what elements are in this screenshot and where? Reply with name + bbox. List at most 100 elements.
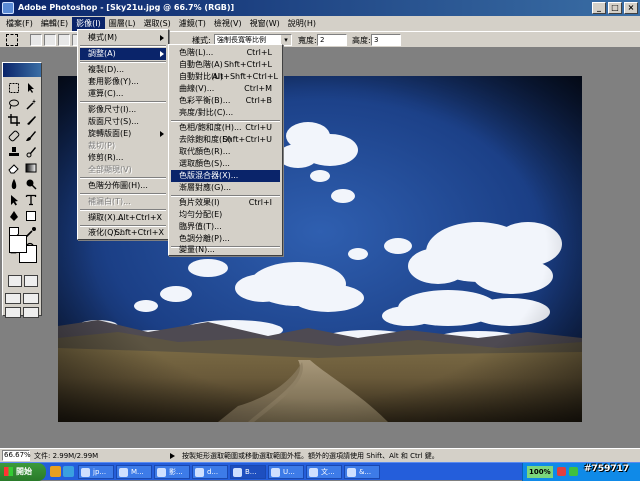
menu-item-brightness-contrast[interactable]: 亮度/對比(C)... bbox=[171, 107, 280, 119]
window-title: Adobe Photoshop - [Sky21u.jpg @ 66.7% (R… bbox=[18, 3, 235, 12]
menu-window[interactable]: 視窗(W) bbox=[246, 17, 284, 31]
menu-file[interactable]: 檔案(F) bbox=[2, 17, 37, 31]
menu-item-auto-contrast[interactable]: 自動對比(U) Alt+Shft+Ctrl+L bbox=[171, 71, 280, 83]
menu-item-trim[interactable]: 修剪(R)... bbox=[80, 152, 166, 164]
history-brush-icon[interactable] bbox=[23, 144, 39, 159]
menu-item-invert[interactable]: 負片效果(I) Ctrl+I bbox=[171, 197, 280, 209]
menu-item-hue-saturation[interactable]: 色相/飽和度(H)... Ctrl+U bbox=[171, 122, 280, 134]
task-button[interactable]: d... bbox=[192, 465, 228, 479]
menu-item-reveal-all: 全部顯現(V) bbox=[88, 165, 132, 174]
task-button[interactable]: 文... bbox=[306, 465, 342, 479]
screen-mode-full-icon[interactable] bbox=[23, 293, 39, 304]
start-button[interactable]: 開始 bbox=[0, 463, 46, 481]
move-icon[interactable] bbox=[23, 80, 39, 95]
subtract-selection-icon[interactable] bbox=[58, 34, 70, 46]
tray-icon[interactable] bbox=[569, 467, 578, 476]
blur-icon[interactable] bbox=[6, 176, 22, 191]
menu-filter[interactable]: 濾鏡(T) bbox=[175, 17, 210, 31]
type-icon[interactable] bbox=[23, 192, 39, 207]
path-select-icon[interactable] bbox=[6, 192, 22, 207]
menu-separator bbox=[80, 193, 166, 195]
eraser-icon[interactable] bbox=[6, 160, 22, 175]
quick-mask-icon[interactable] bbox=[24, 275, 38, 287]
zoom-field[interactable]: 66.67% bbox=[2, 450, 31, 461]
quicklaunch-icon[interactable] bbox=[63, 466, 74, 477]
menu-item-apply-image[interactable]: 套用影像(Y)... bbox=[80, 76, 166, 88]
menu-item-extract[interactable]: 擷取(X)... Alt+Ctrl+X bbox=[80, 212, 166, 224]
quicklaunch-icon[interactable] bbox=[50, 466, 61, 477]
task-button[interactable]: M... bbox=[116, 465, 152, 479]
menu-item-calculations[interactable]: 運算(C)... bbox=[80, 88, 166, 100]
marquee-icon[interactable] bbox=[6, 80, 22, 95]
dodge-icon[interactable] bbox=[23, 176, 39, 191]
minimize-button[interactable]: _ bbox=[592, 2, 606, 14]
crop-icon[interactable] bbox=[6, 112, 22, 127]
adjust-submenu: 色階(L)... Ctrl+L 自動色階(A) Shft+Ctrl+L 自動對比(U… bbox=[168, 44, 283, 256]
stamp-icon[interactable] bbox=[6, 144, 22, 159]
foreground-color-swatch[interactable] bbox=[9, 235, 27, 253]
menu-item-liquify[interactable]: 液化(Q)... Shft+Ctrl+X bbox=[80, 227, 166, 239]
menu-separator bbox=[80, 61, 166, 63]
menu-item-image-size[interactable]: 影像尺寸(I)... bbox=[80, 104, 166, 116]
status-menu-arrow-icon[interactable] bbox=[170, 453, 175, 459]
title-bar: Adobe Photoshop - [Sky21u.jpg @ 66.7% (R… bbox=[0, 0, 640, 16]
screen-mode-standard-icon[interactable] bbox=[5, 293, 21, 304]
menu-item-mode[interactable]: 模式(M) bbox=[80, 32, 166, 44]
menu-item-equalize[interactable]: 均勻分配(E) bbox=[171, 209, 280, 221]
menu-help[interactable]: 說明(H) bbox=[284, 17, 320, 31]
menu-item-canvas-size[interactable]: 版面尺寸(S)... bbox=[80, 116, 166, 128]
slice-icon[interactable] bbox=[23, 112, 39, 127]
menu-item-rotate-canvas[interactable]: 旋轉版面(E) bbox=[80, 128, 166, 140]
shape-icon[interactable] bbox=[23, 208, 39, 223]
screen-mode-black-icon[interactable] bbox=[5, 307, 21, 318]
menu-edit[interactable]: 編輯(E) bbox=[37, 17, 72, 31]
menu-item-adjust[interactable]: 調整(A) bbox=[80, 48, 166, 60]
image-menu: 模式(M) 調整(A) 複製(D)... 套用影像(Y)... 運算(C)...… bbox=[77, 29, 169, 240]
lasso-icon[interactable] bbox=[6, 96, 22, 111]
menu-item-desaturate[interactable]: 去除飽和度(D) Shft+Ctrl+U bbox=[171, 134, 280, 146]
jump-to-imageready-icon[interactable] bbox=[23, 307, 39, 318]
taskbar: 開始 jp... M... 影... d... B... U... 文... &… bbox=[0, 462, 640, 481]
marquee-tool-icon[interactable] bbox=[6, 34, 18, 46]
menu-item-histogram[interactable]: 色階分佈圖(H)... bbox=[80, 180, 166, 192]
menu-separator bbox=[80, 45, 166, 47]
height-field[interactable]: 3 bbox=[371, 34, 401, 46]
photoshop-icon bbox=[2, 2, 14, 14]
width-field[interactable]: 2 bbox=[317, 34, 347, 46]
standard-mode-icon[interactable] bbox=[8, 275, 22, 287]
new-selection-icon[interactable] bbox=[30, 34, 42, 46]
menu-item-duplicate[interactable]: 複製(D)... bbox=[80, 64, 166, 76]
menu-item-crop: 裁切(P) bbox=[88, 141, 116, 150]
menu-item-replace-color[interactable]: 取代顏色(R)... bbox=[171, 146, 280, 158]
task-button[interactable]: &... bbox=[344, 465, 380, 479]
maximize-button[interactable]: □ bbox=[608, 2, 622, 14]
menu-item-levels[interactable]: 色階(L)... Ctrl+L bbox=[171, 47, 280, 59]
toolbox-header[interactable] bbox=[3, 63, 41, 77]
menu-item-curves[interactable]: 曲線(V)... Ctrl+M bbox=[171, 83, 280, 95]
tray-icon[interactable] bbox=[557, 467, 566, 476]
menu-item-threshold[interactable]: 臨界值(T)... bbox=[171, 221, 280, 233]
task-button[interactable]: 影... bbox=[154, 465, 190, 479]
status-bar: 66.67% 文件: 2.99M/2.99M 按製矩形選取範圍或移動選取範圍外框… bbox=[0, 448, 640, 462]
menu-item-variations[interactable]: 變量(N)... bbox=[171, 244, 280, 256]
battery-indicator[interactable]: 100% bbox=[527, 466, 553, 478]
close-button[interactable]: × bbox=[624, 2, 638, 14]
healing-icon[interactable] bbox=[6, 128, 22, 143]
task-button[interactable]: U... bbox=[268, 465, 304, 479]
add-selection-icon[interactable] bbox=[44, 34, 56, 46]
brush-icon[interactable] bbox=[23, 128, 39, 143]
window-controls: _ □ × bbox=[592, 2, 638, 14]
menu-item-selective-color[interactable]: 選取顏色(S)... bbox=[171, 158, 280, 170]
menu-item-gradient-map[interactable]: 漸層對應(G)... bbox=[171, 182, 280, 194]
task-button[interactable]: jp... bbox=[78, 465, 114, 479]
menu-separator bbox=[80, 209, 166, 211]
magic-wand-icon[interactable] bbox=[23, 96, 39, 111]
pen-icon[interactable] bbox=[6, 208, 22, 223]
menu-item-channel-mixer[interactable]: 色版混合器(X)... bbox=[171, 170, 280, 182]
task-button-photoshop[interactable]: B... bbox=[230, 465, 266, 479]
menu-item-color-balance[interactable]: 色彩平衡(B)... Ctrl+B bbox=[171, 95, 280, 107]
gradient-icon[interactable] bbox=[23, 160, 39, 175]
menu-item-auto-levels[interactable]: 自動色階(A) Shft+Ctrl+L bbox=[171, 59, 280, 71]
menu-view[interactable]: 檢視(V) bbox=[210, 17, 246, 31]
tool-hint: 按製矩形選取範圍或移動選取範圍外框。額外的選項請使用 Shift、Alt 和 C… bbox=[182, 452, 439, 460]
